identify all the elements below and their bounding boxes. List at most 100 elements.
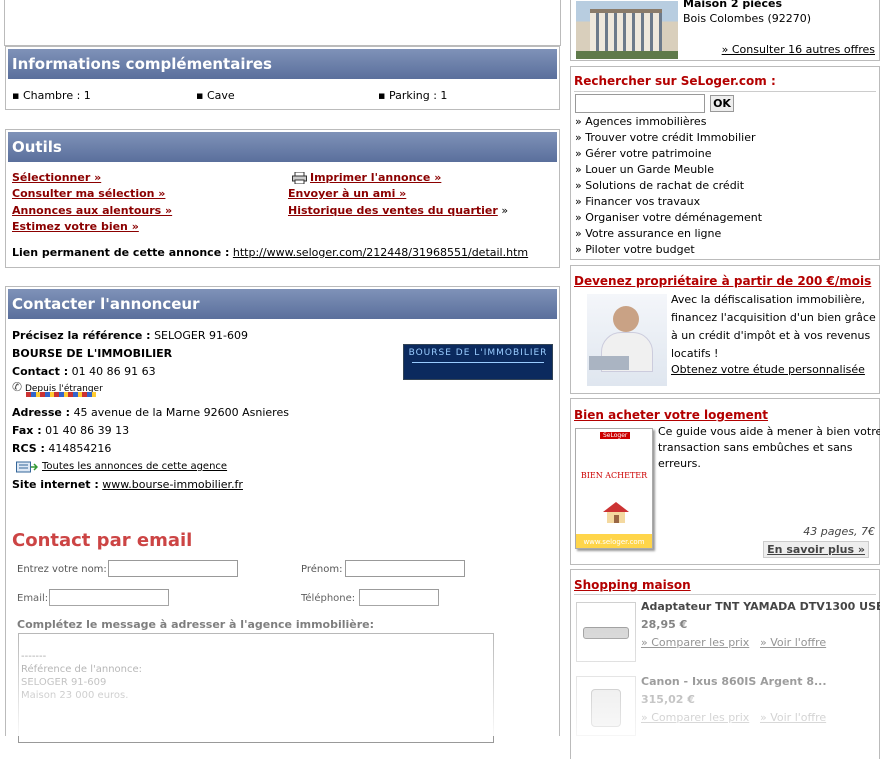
more-offers-link[interactable]: » Consulter 16 autres offres bbox=[722, 43, 875, 56]
listing-title: Maison 2 pièces bbox=[683, 0, 783, 10]
name-label: Entrez votre nom: bbox=[17, 564, 107, 575]
permalink-url[interactable]: http://www.seloger.com/212448/31968551/d… bbox=[233, 246, 528, 259]
contact-title: Contacter l'annonceur bbox=[8, 289, 557, 319]
search-link-demenagement[interactable]: » Organiser votre déménagement bbox=[575, 211, 762, 224]
search-title: Rechercher sur SeLoger.com : bbox=[574, 74, 776, 88]
history-row: Historique des ventes du quartier » bbox=[288, 204, 509, 217]
house-icon bbox=[602, 501, 630, 523]
product-name[interactable]: Adaptateur TNT YAMADA DTV1300 USB bbox=[641, 600, 880, 613]
outils-title: Outils bbox=[8, 132, 557, 162]
my-selection-link[interactable]: Consulter ma sélection » bbox=[12, 187, 165, 200]
product-image[interactable] bbox=[576, 602, 636, 662]
estimate-link[interactable]: Estimez votre bien » bbox=[12, 220, 139, 233]
compare-prices-link[interactable]: » Comparer les prix bbox=[641, 636, 749, 649]
guide-text: Ce guide vous aide à mener à bien votre … bbox=[658, 425, 880, 470]
message-label: Complétez le message à adresser à l'agen… bbox=[17, 618, 375, 631]
agency-logo-text: BOURSE DE L'IMMOBILIER bbox=[408, 348, 548, 358]
product-price: 28,95 € bbox=[641, 618, 688, 631]
message-line: SELOGER 91-609 bbox=[21, 677, 107, 688]
search-ok-button[interactable]: OK bbox=[710, 95, 734, 112]
ref-row: Précisez la référence : SELOGER 91-609 bbox=[12, 329, 248, 342]
shopping-panel: Shopping maison Adaptateur TNT YAMADA DT… bbox=[570, 569, 880, 759]
phone-label: Téléphone: bbox=[301, 593, 356, 604]
printer-icon[interactable] bbox=[292, 171, 307, 185]
guide-meta: 43 pages, 7€ bbox=[803, 525, 875, 538]
message-line: ------- bbox=[21, 651, 47, 662]
listing-location: Bois Colombes (92270) bbox=[683, 12, 812, 25]
phone-icon: ✆ bbox=[12, 380, 23, 394]
guide-cover-title: BIEN ACHETER bbox=[580, 471, 648, 480]
address-row: Adresse : 45 avenue de la Marne 92600 As… bbox=[12, 406, 289, 419]
product-image[interactable] bbox=[576, 676, 636, 736]
promo-photo bbox=[587, 294, 667, 386]
outils-panel: Outils Sélectionner » Consulter ma sélec… bbox=[5, 129, 560, 268]
search-link-assurance[interactable]: » Votre assurance en ligne bbox=[575, 227, 721, 240]
promo-text: Avec la défiscalisation immobilière, fin… bbox=[671, 293, 876, 360]
search-link-agences[interactable]: » Agences immobilières bbox=[575, 115, 706, 128]
guide-cover-logo: SeLoger bbox=[600, 432, 631, 439]
listing-card: Maison 2 pièces Bois Colombes (92270) » … bbox=[570, 0, 880, 61]
nearby-ads-link[interactable]: Annonces aux alentours » bbox=[12, 204, 172, 217]
email-label: Email: bbox=[17, 593, 49, 604]
promo-photo-laptop bbox=[589, 356, 629, 370]
search-link-credit[interactable]: » Trouver votre crédit Immobilier bbox=[575, 131, 756, 144]
rcs-row: RCS : 414854216 bbox=[12, 442, 112, 455]
promo-link[interactable]: Obtenez votre étude personnalisée bbox=[671, 363, 865, 376]
website-row: Site internet : www.bourse-immobilier.fr bbox=[12, 478, 243, 491]
guide-cover[interactable]: SeLoger BIEN ACHETER www.seloger.com bbox=[575, 428, 653, 549]
all-agency-ads-link[interactable]: Toutes les annonces de cette agence bbox=[42, 461, 227, 472]
infos-title: Informations complémentaires bbox=[8, 49, 557, 79]
send-friend-link[interactable]: Envoyer à un ami » bbox=[288, 187, 406, 200]
phone-input[interactable] bbox=[359, 589, 439, 606]
email-input[interactable] bbox=[49, 589, 169, 606]
search-link-travaux[interactable]: » Financer vos travaux bbox=[575, 195, 700, 208]
history-link[interactable]: Historique des ventes du quartier bbox=[288, 204, 498, 217]
search-divider bbox=[574, 91, 876, 92]
search-link-garde-meuble[interactable]: » Louer un Garde Meuble bbox=[575, 163, 714, 176]
select-link[interactable]: Sélectionner » bbox=[12, 171, 101, 184]
product-price: 315,02 € bbox=[641, 693, 695, 706]
message-textarea[interactable]: ------- Référence de l'annonce: SELOGER … bbox=[18, 633, 494, 743]
shopping-divider bbox=[574, 594, 876, 595]
permalink-row: Lien permanent de cette annonce : http:/… bbox=[12, 246, 529, 259]
fax-row: Fax : 01 40 86 39 13 bbox=[12, 424, 130, 437]
search-input[interactable] bbox=[575, 94, 705, 113]
contact-row: Contact : 01 40 86 91 63 bbox=[12, 365, 156, 378]
agency-logo[interactable]: BOURSE DE L'IMMOBILIER bbox=[403, 344, 553, 380]
email-form-title: Contact par email bbox=[12, 530, 193, 551]
search-link-rachat-credit[interactable]: » Solutions de rachat de crédit bbox=[575, 179, 744, 192]
name-input[interactable] bbox=[108, 560, 238, 577]
message-line: Maison 23 000 euros. bbox=[21, 690, 129, 701]
firstname-input[interactable] bbox=[345, 560, 465, 577]
guide-title[interactable]: Bien acheter votre logement bbox=[574, 408, 768, 422]
listing-photo-ground bbox=[576, 51, 678, 59]
agency-ads-icon[interactable] bbox=[16, 461, 39, 473]
guide-more-button[interactable]: En savoir plus » bbox=[763, 541, 869, 558]
see-offer-link[interactable]: » Voir l'offre bbox=[760, 636, 826, 649]
infos-item-parking: ▪ Parking : 1 bbox=[378, 89, 448, 102]
agency-logo-line bbox=[412, 362, 544, 363]
infos-item-cave: ▪ Cave bbox=[196, 89, 235, 102]
see-offer-link[interactable]: » Voir l'offre bbox=[760, 711, 826, 724]
search-link-budget[interactable]: » Piloter votre budget bbox=[575, 243, 695, 256]
print-link[interactable]: Imprimer l'annonce » bbox=[310, 171, 441, 184]
flags-icon bbox=[26, 392, 96, 397]
guide-cover-site: www.seloger.com bbox=[583, 538, 645, 546]
compare-prices-link[interactable]: » Comparer les prix bbox=[641, 711, 749, 724]
guide-panel: Bien acheter votre logement SeLoger BIEN… bbox=[570, 398, 880, 565]
listing-photo[interactable] bbox=[576, 1, 678, 59]
listing-photo-building bbox=[590, 9, 662, 55]
camera-shape bbox=[591, 689, 621, 727]
shopping-title[interactable]: Shopping maison bbox=[574, 578, 691, 592]
message-line: Référence de l'annonce: bbox=[21, 664, 143, 675]
search-panel: Rechercher sur SeLoger.com : OK » Agence… bbox=[570, 66, 880, 260]
agency-name: BOURSE DE L'IMMOBILIER bbox=[12, 347, 173, 360]
top-left-panel bbox=[4, 0, 561, 46]
website-link[interactable]: www.bourse-immobilier.fr bbox=[102, 478, 243, 491]
promo-photo-person bbox=[613, 306, 639, 332]
firstname-label: Prénom: bbox=[301, 564, 343, 575]
search-link-patrimoine[interactable]: » Gérer votre patrimoine bbox=[575, 147, 712, 160]
promo-panel: Devenez propriétaire à partir de 200 €/m… bbox=[570, 265, 880, 394]
product-name[interactable]: Canon - Ixus 860IS Argent 8... bbox=[641, 675, 827, 688]
promo-title[interactable]: Devenez propriétaire à partir de 200 €/m… bbox=[574, 274, 871, 288]
